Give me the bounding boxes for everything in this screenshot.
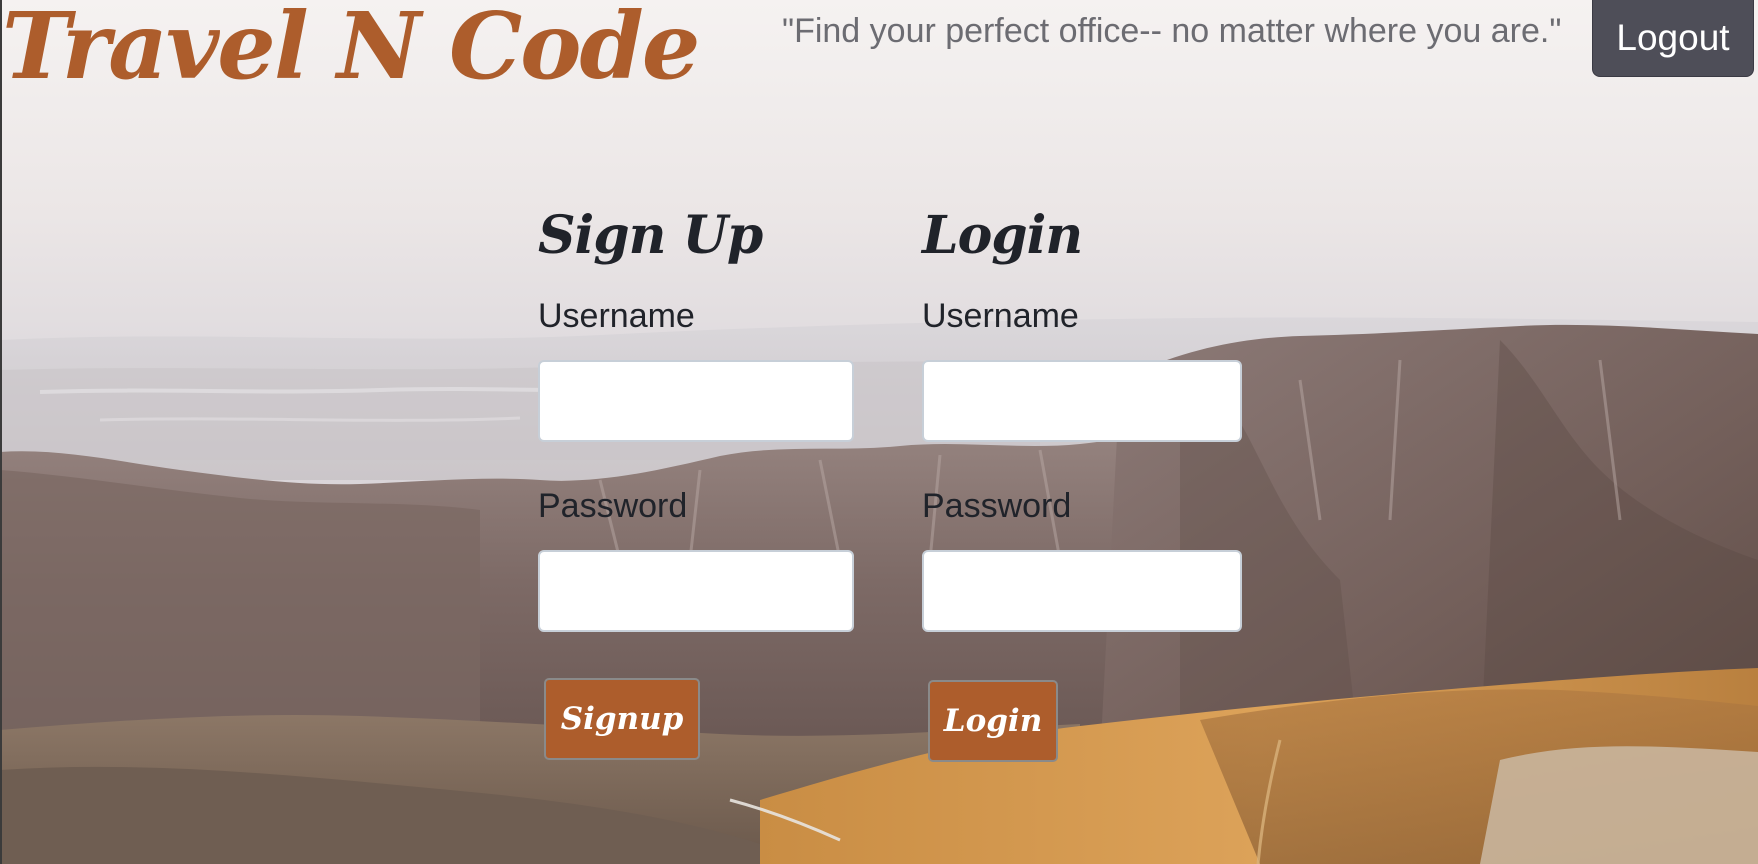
logout-button[interactable]: Logout	[1592, 0, 1754, 77]
login-username-input[interactable]	[922, 360, 1242, 442]
tagline: "Find your perfect office-- no matter wh…	[782, 12, 1562, 50]
brand-logo[interactable]: Travel N Code	[2, 0, 700, 106]
login-title: Login	[922, 205, 1083, 266]
login-button[interactable]: Login	[928, 680, 1058, 762]
signup-password-label: Password	[538, 487, 688, 525]
signup-username-input[interactable]	[538, 360, 854, 442]
mountain-landscape-image	[0, 0, 1758, 864]
signup-button[interactable]: Signup	[544, 678, 700, 760]
login-password-label: Password	[922, 487, 1072, 525]
page: Travel N Code "Find your perfect office-…	[0, 0, 1758, 864]
left-edge-line	[0, 0, 2, 864]
signup-password-input[interactable]	[538, 550, 854, 632]
landscape-background	[0, 0, 1758, 864]
login-password-input[interactable]	[922, 550, 1242, 632]
signup-username-label: Username	[538, 297, 695, 335]
signup-title: Sign Up	[538, 205, 763, 266]
login-username-label: Username	[922, 297, 1079, 335]
